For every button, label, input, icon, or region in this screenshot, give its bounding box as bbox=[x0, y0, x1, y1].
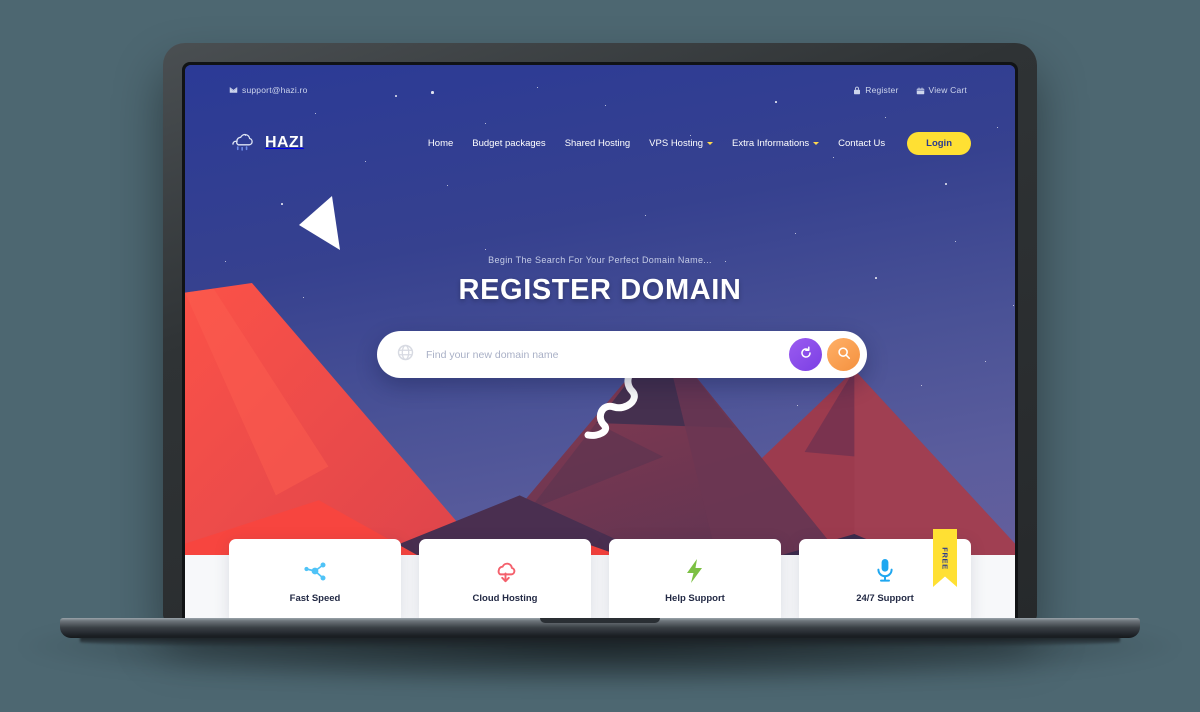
brand-name: HAZI bbox=[265, 134, 304, 151]
lightning-icon bbox=[683, 558, 707, 584]
lock-icon bbox=[853, 86, 861, 95]
feature-card-title: 24/7 Support bbox=[856, 593, 914, 604]
website-screen: support@hazi.ro Register View Cart HAZI … bbox=[185, 65, 1015, 621]
nav-item-extra-informations[interactable]: Extra Informations bbox=[732, 137, 820, 149]
share-nodes-icon bbox=[302, 558, 328, 584]
brand-logo[interactable]: HAZI bbox=[229, 130, 304, 157]
feature-card-title: Cloud Hosting bbox=[472, 593, 538, 604]
support-email-text: support@hazi.ro bbox=[242, 85, 308, 95]
nav-item-shared-hosting[interactable]: Shared Hosting bbox=[565, 138, 630, 149]
nav-item-budget-packages[interactable]: Budget packages bbox=[472, 138, 545, 149]
nav-item-label: Extra Informations bbox=[732, 137, 810, 149]
reset-search-button[interactable] bbox=[789, 338, 822, 371]
primary-nav: Home Budget packages Shared Hosting VPS Hos… bbox=[428, 138, 885, 149]
feature-cards-row: Fast Speed Cloud Hosting Help Support 24… bbox=[185, 529, 1015, 621]
nav-item-label: Budget packages bbox=[472, 137, 546, 149]
mail-icon bbox=[229, 86, 238, 95]
utility-topbar: support@hazi.ro Register View Cart bbox=[185, 79, 1015, 101]
feature-card[interactable]: Cloud Hosting bbox=[419, 539, 591, 621]
nav-item-contact-us[interactable]: Contact Us bbox=[838, 138, 885, 149]
main-navbar: HAZI Home Budget packages Shared Hosting VP… bbox=[185, 123, 1015, 163]
nav-item-label: Contact Us bbox=[838, 137, 886, 149]
globe-icon bbox=[397, 344, 414, 366]
feature-card-title: Help Support bbox=[665, 593, 725, 604]
star bbox=[645, 215, 646, 216]
cloud-download-icon bbox=[492, 558, 519, 584]
feature-card[interactable]: Help Support bbox=[609, 539, 781, 621]
cart-icon bbox=[916, 86, 925, 95]
star bbox=[945, 183, 947, 185]
page-title: REGISTER DOMAIN bbox=[458, 274, 742, 306]
star bbox=[885, 117, 886, 118]
free-ribbon-label: FREE bbox=[940, 546, 950, 570]
feature-card[interactable]: Fast Speed bbox=[229, 539, 401, 621]
star bbox=[281, 203, 283, 205]
refresh-icon bbox=[799, 346, 813, 363]
star bbox=[795, 233, 796, 234]
nav-item-home[interactable]: Home bbox=[428, 138, 453, 149]
nav-item-label: Home bbox=[427, 137, 454, 149]
nav-item-label: VPS Hosting bbox=[649, 137, 704, 149]
feature-card[interactable]: 24/7 Support FREE bbox=[799, 529, 971, 621]
search-icon bbox=[837, 346, 851, 363]
free-ribbon-badge: FREE bbox=[933, 529, 957, 587]
star bbox=[315, 113, 316, 114]
submit-search-button[interactable] bbox=[827, 338, 860, 371]
microphone-icon bbox=[874, 558, 896, 584]
star bbox=[775, 101, 777, 103]
chevron-down-icon bbox=[707, 141, 714, 145]
feature-card-title: Fast Speed bbox=[289, 593, 341, 604]
search-input[interactable] bbox=[426, 348, 784, 361]
domain-search-bar bbox=[377, 331, 867, 378]
laptop-screen-bezel: support@hazi.ro Register View Cart HAZI … bbox=[182, 62, 1018, 621]
laptop-mockup: support@hazi.ro Register View Cart HAZI … bbox=[0, 0, 1200, 712]
chevron-down-icon bbox=[813, 141, 820, 145]
register-link-label: Register bbox=[865, 85, 899, 95]
view-cart-link[interactable]: View Cart bbox=[916, 85, 968, 95]
nav-item-label: Shared Hosting bbox=[564, 137, 631, 149]
register-link[interactable]: Register bbox=[853, 85, 898, 95]
rain-cloud-icon bbox=[229, 130, 259, 157]
nav-item-vps-hosting[interactable]: VPS Hosting bbox=[649, 137, 714, 149]
view-cart-label: View Cart bbox=[928, 85, 967, 95]
hero-subtitle: Begin The Search For Your Perfect Domain… bbox=[488, 255, 712, 265]
support-email-link[interactable]: support@hazi.ro bbox=[229, 85, 308, 95]
laptop-base bbox=[60, 618, 1140, 638]
star bbox=[955, 241, 956, 242]
hero-section: Begin The Search For Your Perfect Domain… bbox=[185, 255, 1015, 307]
laptop-base-underside bbox=[80, 636, 1120, 648]
login-button[interactable]: Login bbox=[907, 131, 971, 155]
star bbox=[605, 105, 606, 106]
laptop-lid: support@hazi.ro Register View Cart HAZI … bbox=[163, 43, 1037, 621]
laptop-base-notch bbox=[540, 618, 660, 623]
